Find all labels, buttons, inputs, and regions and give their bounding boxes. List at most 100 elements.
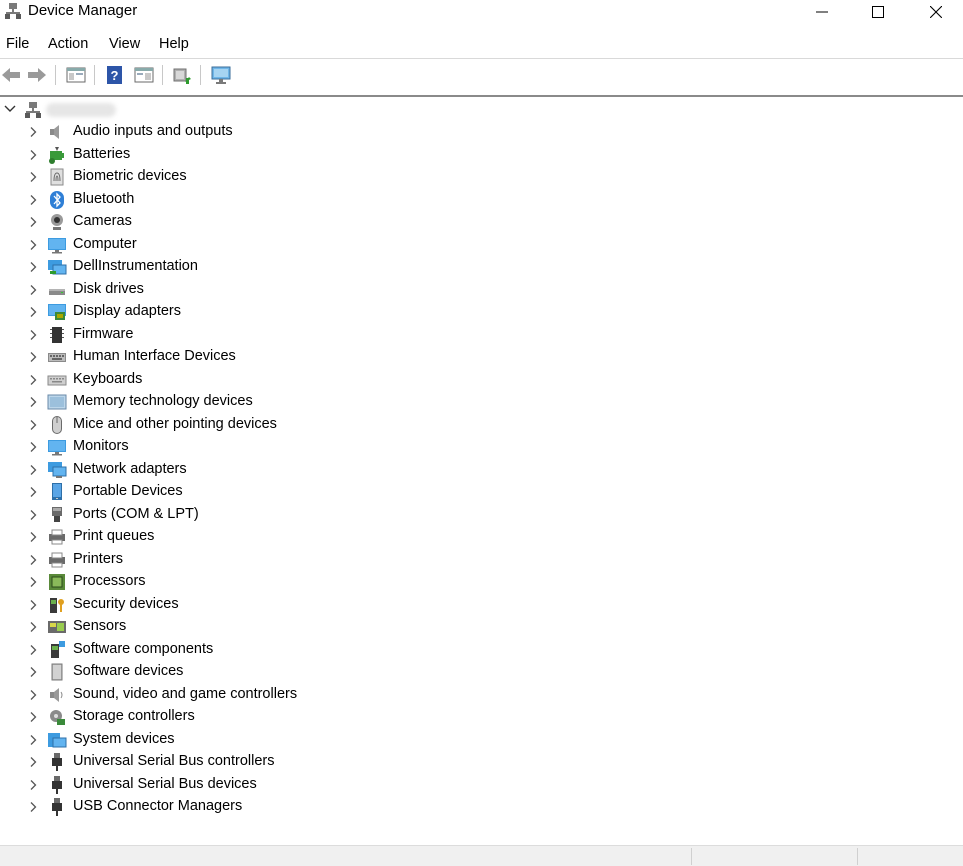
chevron-right-icon[interactable] xyxy=(27,239,39,251)
sound-controller-icon xyxy=(50,687,63,702)
device-manager-app-icon xyxy=(5,3,21,19)
tree-category-row[interactable]: Portable Devices xyxy=(0,481,400,503)
tree-category-row[interactable]: Security devices xyxy=(0,594,400,616)
chevron-right-icon[interactable] xyxy=(27,756,39,768)
chevron-right-icon[interactable] xyxy=(27,351,39,363)
chevron-right-icon[interactable] xyxy=(27,126,39,138)
close-button[interactable] xyxy=(907,0,963,24)
tree-category-row[interactable]: Cameras xyxy=(0,211,400,233)
chevron-right-icon[interactable] xyxy=(27,464,39,476)
tree-category-label: Audio inputs and outputs xyxy=(73,123,233,139)
show-hide-console-tree-button[interactable] xyxy=(65,64,87,86)
chevron-down-icon[interactable] xyxy=(4,103,16,115)
chevron-right-icon[interactable] xyxy=(27,644,39,656)
chevron-right-icon[interactable] xyxy=(27,689,39,701)
tree-category-row[interactable]: Network adapters xyxy=(0,459,400,481)
tree-category-row[interactable]: Universal Serial Bus devices xyxy=(0,774,400,796)
computer-icon xyxy=(48,237,66,253)
chevron-right-icon[interactable] xyxy=(27,801,39,813)
tree-category-row[interactable]: Biometric devices xyxy=(0,166,400,188)
chevron-right-icon[interactable] xyxy=(27,306,39,318)
chevron-right-icon[interactable] xyxy=(27,419,39,431)
update-driver-button[interactable] xyxy=(171,64,193,86)
chevron-right-icon[interactable] xyxy=(27,194,39,206)
tree-category-label: Display adapters xyxy=(73,303,181,319)
chevron-right-icon[interactable] xyxy=(27,216,39,228)
printer-icon xyxy=(49,552,65,567)
display-adapter-icon xyxy=(48,304,66,320)
tree-category-label: Memory technology devices xyxy=(73,393,253,409)
tree-category-row[interactable]: Memory technology devices xyxy=(0,391,400,413)
tree-category-row[interactable]: Ports (COM & LPT) xyxy=(0,504,400,526)
chevron-right-icon[interactable] xyxy=(27,711,39,723)
tree-category-label: Printers xyxy=(73,550,123,567)
minimize-button[interactable] xyxy=(793,0,851,24)
tree-category-row[interactable]: Printers xyxy=(0,549,400,571)
chevron-right-icon[interactable] xyxy=(27,171,39,183)
tree-root[interactable] xyxy=(0,100,300,120)
tree-category-row[interactable]: System devices xyxy=(0,729,400,751)
chevron-right-icon[interactable] xyxy=(27,261,39,273)
menu-view[interactable]: View xyxy=(109,36,140,52)
forward-button[interactable] xyxy=(26,64,48,86)
chevron-right-icon[interactable] xyxy=(27,666,39,678)
chevron-right-icon[interactable] xyxy=(27,396,39,408)
tree-category-row[interactable]: Software components xyxy=(0,639,400,661)
tree-category-row[interactable]: Software devices xyxy=(0,661,400,683)
chevron-right-icon[interactable] xyxy=(27,486,39,498)
tree-category-row[interactable]: Universal Serial Bus controllers xyxy=(0,751,400,773)
chevron-right-icon[interactable] xyxy=(27,329,39,341)
tree-category-row[interactable]: Mice and other pointing devices xyxy=(0,414,400,436)
mouse-icon xyxy=(52,415,62,434)
menu-help[interactable]: Help xyxy=(159,36,189,52)
tree-category-row[interactable]: Storage controllers xyxy=(0,706,400,728)
tree-category-row[interactable]: Bluetooth xyxy=(0,189,400,211)
toolbar-separator xyxy=(94,65,95,85)
tree-category-row[interactable]: DellInstrumentation xyxy=(0,256,400,278)
action-pane-button[interactable] xyxy=(133,64,155,86)
tree-category-row[interactable]: Display adapters xyxy=(0,301,400,323)
tree-category-row[interactable]: Print queues xyxy=(0,526,400,548)
close-icon xyxy=(930,6,942,18)
scan-hardware-button[interactable] xyxy=(210,64,232,86)
chevron-right-icon[interactable] xyxy=(27,284,39,296)
tree-category-row[interactable]: Sound, video and game controllers xyxy=(0,684,400,706)
menu-file[interactable]: File xyxy=(6,36,29,52)
tree-category-row[interactable]: Batteries xyxy=(0,144,400,166)
tree-category-label: Sensors xyxy=(73,618,127,634)
tree-category-row[interactable]: Disk drives xyxy=(0,279,400,301)
back-button[interactable] xyxy=(0,64,22,86)
tree-category-row[interactable]: Keyboards xyxy=(0,369,400,391)
maximize-button[interactable] xyxy=(849,0,907,24)
system-device-icon xyxy=(48,732,67,747)
tree-category-row[interactable]: USB Connector Managers xyxy=(0,796,400,818)
chevron-right-icon[interactable] xyxy=(27,149,39,161)
tree-category-label: Monitors xyxy=(73,438,129,454)
tree-category-row[interactable]: Monitors xyxy=(0,436,400,458)
chevron-right-icon[interactable] xyxy=(27,374,39,386)
chevron-right-icon[interactable] xyxy=(27,621,39,633)
tree-category-row[interactable]: Computer xyxy=(0,234,400,256)
port-icon xyxy=(52,506,62,522)
toolbar-separator xyxy=(55,65,56,85)
tree-category-label: Universal Serial Bus devices xyxy=(73,775,257,792)
chevron-right-icon[interactable] xyxy=(27,576,39,588)
chevron-right-icon[interactable] xyxy=(27,734,39,746)
chevron-right-icon[interactable] xyxy=(27,599,39,611)
chevron-right-icon[interactable] xyxy=(27,509,39,521)
chevron-right-icon[interactable] xyxy=(27,779,39,791)
usb-icon xyxy=(52,798,62,816)
chevron-right-icon[interactable] xyxy=(27,554,39,566)
tree-category-row[interactable]: Audio inputs and outputs xyxy=(0,121,400,143)
tree-category-row[interactable]: Sensors xyxy=(0,616,400,638)
tree-category-label: USB Connector Managers xyxy=(73,798,243,814)
chevron-right-icon[interactable] xyxy=(27,441,39,453)
menu-action[interactable]: Action xyxy=(48,36,88,52)
tree-category-row[interactable]: Human Interface Devices xyxy=(0,346,400,368)
chevron-right-icon[interactable] xyxy=(27,531,39,543)
help-button[interactable]: ? xyxy=(104,64,126,86)
tree-category-row[interactable]: Firmware xyxy=(0,324,400,346)
tree-category-row[interactable]: Processors xyxy=(0,571,400,593)
console-tree-icon xyxy=(66,67,86,83)
hid-keyboard-icon xyxy=(48,353,66,362)
